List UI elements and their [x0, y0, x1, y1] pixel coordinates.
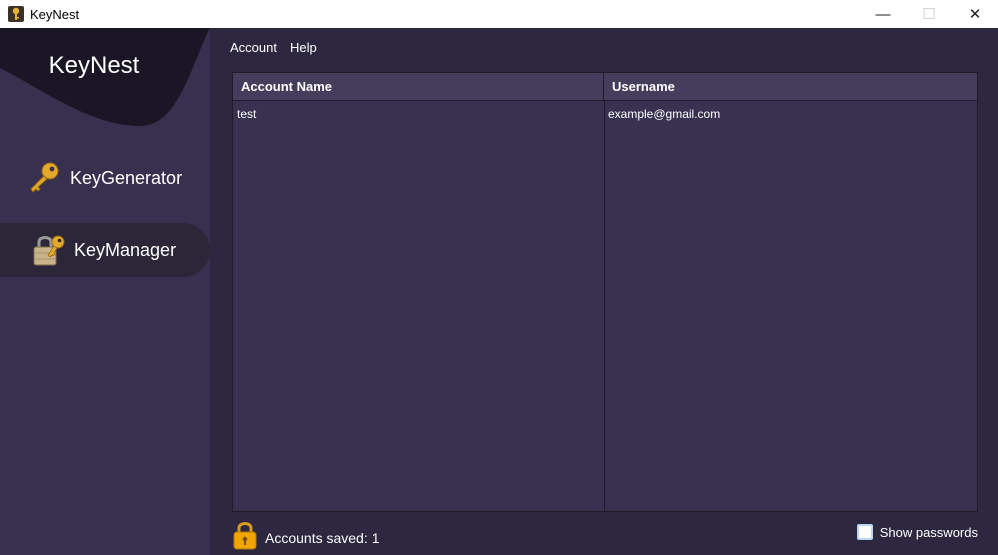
table-row[interactable]: test example@gmail.com [233, 101, 977, 127]
accounts-saved-status: Accounts saved: 1 [265, 530, 380, 546]
brand-title: KeyNest [48, 52, 140, 79]
column-divider [604, 101, 605, 512]
main-panel: Account Help Account Name Username test … [210, 28, 998, 555]
column-header-username[interactable]: Username [604, 73, 977, 100]
menu-account[interactable]: Account [230, 40, 277, 55]
maximize-button[interactable]: ☐ [906, 0, 952, 28]
accounts-saved-label: Accounts saved: [265, 530, 368, 546]
app-key-icon [8, 6, 24, 22]
cell-username: example@gmail.com [608, 107, 721, 121]
sidebar-item-label: KeyManager [74, 239, 177, 260]
sidebar-item-keygenerator[interactable]: KeyGenerator [0, 151, 210, 205]
column-header-account-name[interactable]: Account Name [233, 73, 604, 100]
accounts-table: Account Name Username test example@gmail… [232, 72, 978, 512]
show-passwords-checkbox[interactable] [856, 524, 873, 540]
padlock-icon [232, 520, 258, 550]
menu-help[interactable]: Help [290, 40, 317, 55]
sidebar: KeyNest KeyGenerator KeyManager [0, 28, 210, 555]
key-icon [24, 158, 64, 198]
window-titlebar: KeyNest — ☐ ✕ [0, 0, 998, 28]
accounts-saved-count: 1 [371, 530, 380, 546]
padlock-key-icon [28, 230, 68, 270]
table-header: Account Name Username [233, 73, 977, 101]
sidebar-item-keymanager[interactable]: KeyManager [0, 223, 210, 277]
window-controls: — ☐ ✕ [860, 0, 998, 28]
show-passwords-label: Show passwords [879, 524, 978, 540]
sidebar-item-label: KeyGenerator [70, 167, 183, 188]
close-button[interactable]: ✕ [952, 0, 998, 28]
minimize-button[interactable]: — [860, 0, 906, 28]
cell-account-name: test [237, 107, 257, 121]
menubar: Account Help [230, 40, 317, 55]
window-title: KeyNest [30, 6, 80, 22]
show-passwords-toggle[interactable]: Show passwords [856, 524, 978, 540]
